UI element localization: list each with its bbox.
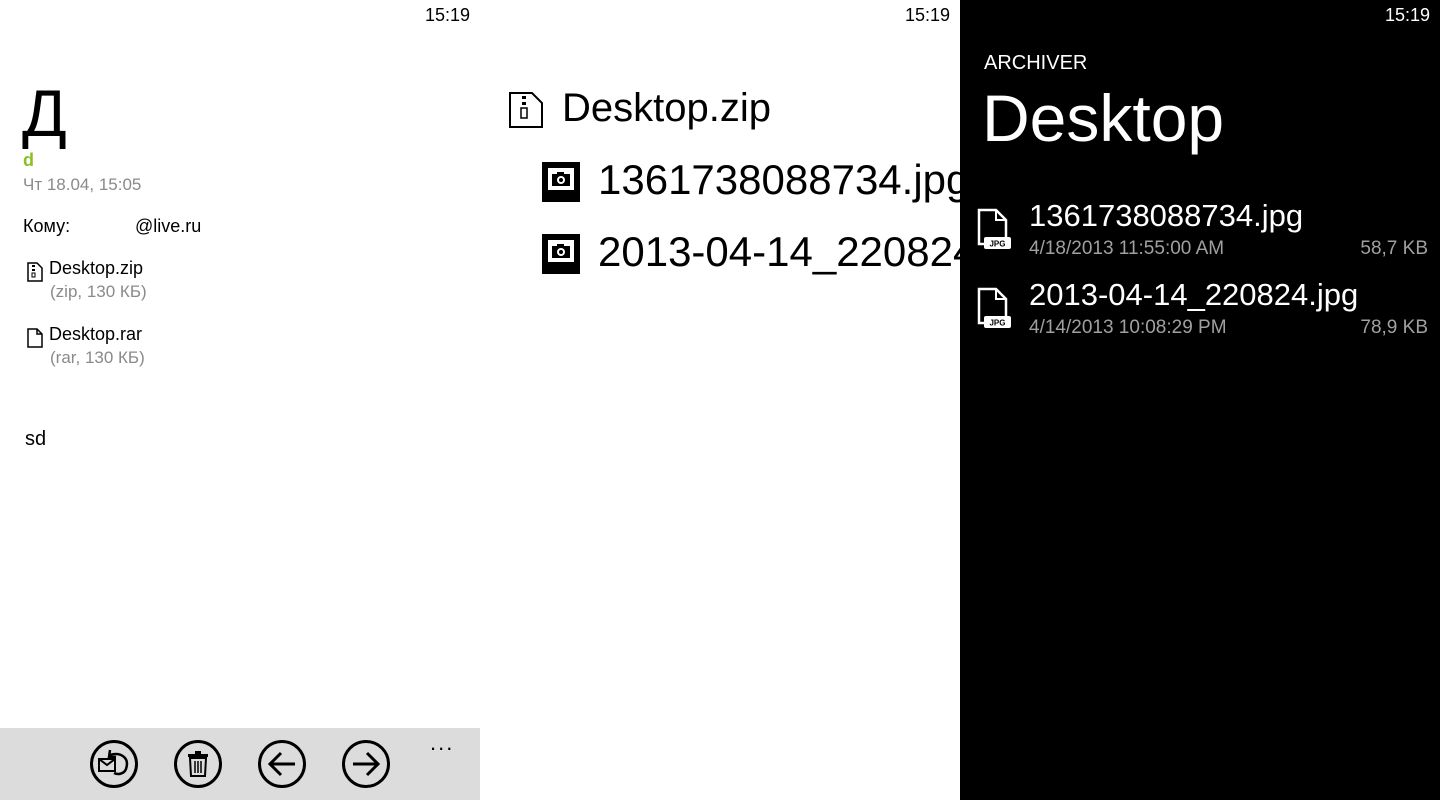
zip-title: Desktop.zip bbox=[562, 86, 771, 130]
zip-preview-panel: 15:19 Desktop.zip 1361738088734.jpg 2013… bbox=[480, 0, 960, 800]
status-clock: 15:19 bbox=[424, 5, 470, 25]
archive-file-name: 1361738088734.jpg bbox=[1029, 198, 1304, 233]
app-bar: ... bbox=[0, 728, 480, 800]
to-label: Кому: bbox=[23, 216, 71, 236]
sender-initial: Д bbox=[22, 76, 67, 150]
archiver-panel: 15:19 ARCHIVER Desktop JPG 1361738088734… bbox=[960, 0, 1440, 800]
reply-icon bbox=[98, 749, 129, 776]
archive-file-item[interactable]: JPG 2013-04-14_220824.jpg 4/14/2013 10:0… bbox=[976, 277, 1428, 347]
recipient-row: Кому: @live.ru bbox=[23, 216, 201, 237]
app-title: ARCHIVER bbox=[984, 52, 1088, 74]
jpg-file-icon: JPG bbox=[977, 208, 1011, 249]
archive-file-size: 58,7 KB bbox=[1360, 238, 1428, 259]
delete-icon bbox=[188, 751, 208, 777]
email-body: sd bbox=[25, 428, 47, 450]
previous-button[interactable] bbox=[258, 740, 306, 788]
attachment-meta: (zip, 130 КБ) bbox=[50, 282, 147, 301]
zip-item-name: 2013-04-14_220824.jpg bbox=[598, 228, 960, 275]
delete-button[interactable] bbox=[174, 740, 222, 788]
zip-item-name: 1361738088734.jpg bbox=[598, 156, 960, 203]
sender-name[interactable]: d bbox=[23, 150, 34, 171]
archive-file-item[interactable]: JPG 1361738088734.jpg 4/18/2013 11:55:00… bbox=[976, 198, 1428, 268]
status-clock: 15:19 bbox=[904, 5, 950, 25]
zip-file-icon bbox=[27, 262, 43, 282]
attachment-name: Desktop.rar bbox=[49, 324, 143, 344]
photo-icon bbox=[542, 162, 580, 202]
reply-button[interactable] bbox=[90, 740, 138, 788]
attachment-name: Desktop.zip bbox=[49, 258, 144, 278]
more-options-button[interactable]: ... bbox=[430, 730, 454, 756]
archive-file-name: 2013-04-14_220824.jpg bbox=[1029, 277, 1359, 312]
next-button[interactable] bbox=[342, 740, 390, 788]
attachment-meta: (rar, 130 КБ) bbox=[50, 348, 145, 367]
zip-file-icon bbox=[509, 92, 543, 128]
archive-file-date: 4/18/2013 11:55:00 AM bbox=[1029, 238, 1225, 259]
file-icon bbox=[27, 328, 43, 348]
recipient-address[interactable]: @live.ru bbox=[135, 216, 201, 236]
svg-text:JPG: JPG bbox=[989, 240, 1005, 249]
status-clock: 15:19 bbox=[1384, 5, 1430, 25]
page-title: Desktop bbox=[982, 81, 1225, 155]
archive-file-size: 78,9 KB bbox=[1360, 317, 1428, 338]
archive-file-date: 4/14/2013 10:08:29 PM bbox=[1029, 317, 1227, 338]
photo-icon bbox=[542, 234, 580, 274]
previous-icon bbox=[267, 751, 295, 777]
email-panel: 15:19 Д d Чт 18.04, 15:05 Кому: @live.ru … bbox=[0, 0, 480, 800]
jpg-file-icon: JPG bbox=[977, 287, 1011, 328]
email-date: Чт 18.04, 15:05 bbox=[23, 175, 142, 194]
svg-text:JPG: JPG bbox=[989, 319, 1005, 328]
next-icon bbox=[353, 751, 381, 777]
